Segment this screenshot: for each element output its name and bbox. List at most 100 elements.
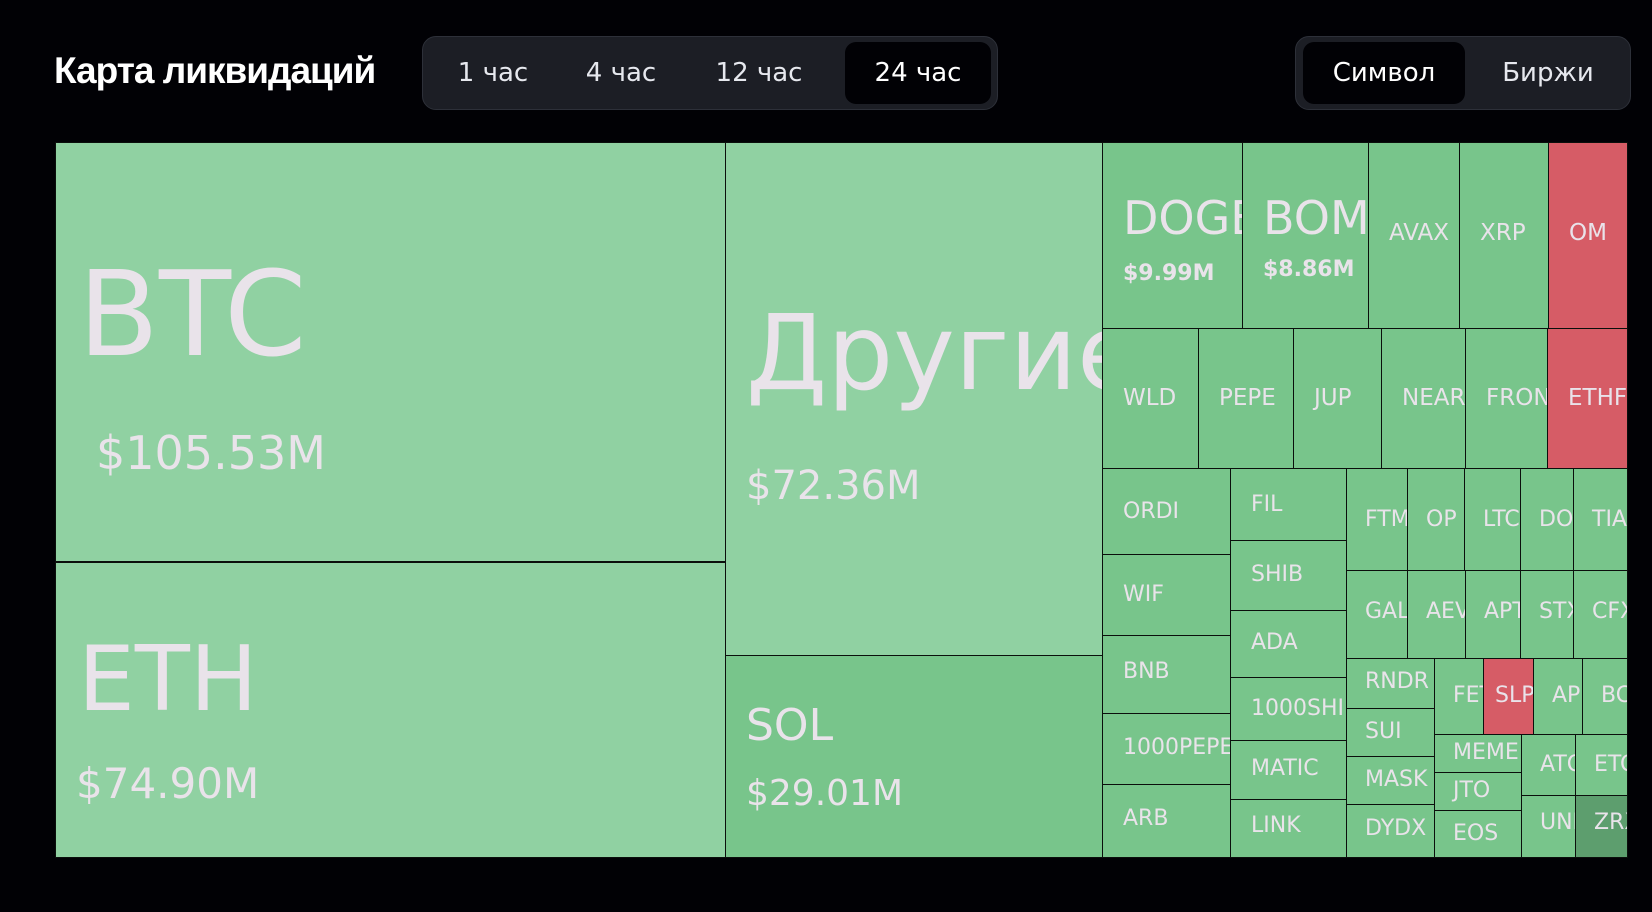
treemap-tile-link[interactable]: LINK bbox=[1230, 799, 1347, 858]
treemap-tile-etc[interactable]: ETC bbox=[1575, 734, 1628, 796]
treemap-tile-atom[interactable]: ATOM bbox=[1521, 734, 1576, 796]
timeframe-1h-button[interactable]: 1 час bbox=[433, 42, 553, 104]
treemap-tile-tia[interactable]: TIA bbox=[1573, 468, 1628, 571]
tile-symbol: NEAR bbox=[1402, 385, 1466, 411]
treemap-tile-xrp[interactable]: XRP bbox=[1459, 142, 1549, 329]
treemap-tile-1000shib[interactable]: 1000SHIB bbox=[1230, 677, 1347, 741]
tile-symbol: ETHFI bbox=[1568, 385, 1628, 411]
tile-symbol: ARB bbox=[1123, 806, 1169, 831]
timeframe-selector: 1 час 4 час 12 час 24 час bbox=[422, 36, 998, 110]
tile-symbol: ATOM bbox=[1540, 752, 1575, 777]
treemap-tile-dot[interactable]: DOT bbox=[1520, 468, 1574, 571]
treemap-tile-uni[interactable]: UNI bbox=[1521, 795, 1576, 858]
tile-symbol: TIA bbox=[1592, 507, 1627, 532]
tile-symbol: LINK bbox=[1251, 813, 1301, 838]
treemap-tile-ordi[interactable]: ORDI bbox=[1102, 468, 1231, 555]
treemap-tile-arb[interactable]: ARB bbox=[1102, 784, 1231, 858]
tile-symbol: ETC bbox=[1594, 752, 1627, 777]
grouping-symbol-button[interactable]: Символ bbox=[1303, 42, 1465, 104]
tile-symbol: MATIC bbox=[1251, 756, 1319, 781]
treemap-tile-mask[interactable]: MASK bbox=[1346, 756, 1435, 805]
treemap-tile-pepe[interactable]: PEPE bbox=[1198, 328, 1294, 469]
tile-symbol: MEME bbox=[1453, 740, 1519, 765]
treemap-tile-wld[interactable]: WLD bbox=[1102, 328, 1199, 469]
treemap-tile-jup[interactable]: JUP bbox=[1293, 328, 1382, 469]
treemap-tile-om[interactable]: OM bbox=[1548, 142, 1628, 329]
treemap-tile-ltc[interactable]: LTC bbox=[1464, 468, 1521, 571]
tile-symbol: 1000PEPE bbox=[1123, 735, 1231, 760]
treemap-tile-cfx[interactable]: CFX bbox=[1573, 570, 1628, 659]
treemap-tile-sol[interactable]: SOL $29.01M bbox=[725, 655, 1103, 858]
treemap-tile-wif[interactable]: WIF bbox=[1102, 554, 1231, 636]
treemap-tile-avax[interactable]: AVAX bbox=[1368, 142, 1460, 329]
treemap-tile-aevo[interactable]: AEVO bbox=[1407, 570, 1466, 659]
tile-symbol: LTC bbox=[1483, 507, 1520, 532]
tile-symbol: XRP bbox=[1480, 220, 1526, 246]
tile-symbol: AEVO bbox=[1426, 599, 1465, 624]
treemap-tile-ftm[interactable]: FTM bbox=[1346, 468, 1408, 571]
tile-value: $72.36M bbox=[746, 463, 921, 509]
tile-symbol: CFX bbox=[1592, 599, 1627, 624]
treemap-tile-near[interactable]: NEAR bbox=[1381, 328, 1466, 469]
tile-symbol: RNDR bbox=[1365, 669, 1429, 694]
timeframe-12h-button[interactable]: 12 час bbox=[689, 42, 829, 104]
treemap-tile-btc[interactable]: BTC $105.53M bbox=[55, 142, 726, 562]
treemap-tile-stx[interactable]: STX bbox=[1520, 570, 1574, 659]
treemap-tile-shib[interactable]: SHIB bbox=[1230, 540, 1347, 611]
treemap-tile-op[interactable]: OP bbox=[1407, 468, 1465, 571]
tile-symbol: FRONT bbox=[1486, 385, 1547, 411]
tile-symbol: STX bbox=[1539, 599, 1573, 624]
treemap-tile-rndr[interactable]: RNDR bbox=[1346, 658, 1435, 709]
tile-symbol: OM bbox=[1569, 220, 1607, 246]
tile-symbol: BNB bbox=[1123, 659, 1170, 684]
treemap-tile-eos[interactable]: EOS bbox=[1434, 810, 1522, 858]
tile-value: $9.99M bbox=[1123, 261, 1215, 286]
treemap-tile-jto[interactable]: JTO bbox=[1434, 772, 1522, 811]
treemap-tile-fil[interactable]: FIL bbox=[1230, 468, 1347, 541]
treemap-tile-sui[interactable]: SUI bbox=[1346, 708, 1435, 757]
tile-symbol: BTC bbox=[78, 245, 307, 383]
treemap-tile-front[interactable]: FRONT bbox=[1465, 328, 1548, 469]
treemap-tile-ape[interactable]: APE bbox=[1533, 658, 1583, 735]
tile-symbol: 1000SHIB bbox=[1251, 696, 1346, 721]
tile-symbol: SOL bbox=[746, 700, 834, 751]
grouping-selector: Символ Биржи bbox=[1295, 36, 1631, 110]
treemap-tile-apt[interactable]: APT bbox=[1465, 570, 1521, 659]
treemap-tile-zrx[interactable]: ZRX bbox=[1575, 795, 1628, 858]
tile-symbol: ORDI bbox=[1123, 499, 1180, 524]
treemap-tile-bome[interactable]: BOME $8.86M bbox=[1242, 142, 1369, 329]
grouping-exchanges-button[interactable]: Биржи bbox=[1472, 42, 1624, 104]
treemap-tile-slp[interactable]: SLP bbox=[1483, 658, 1534, 735]
treemap-tile-doge[interactable]: DOGE $9.99M bbox=[1102, 142, 1243, 329]
treemap-tile-1000pepe[interactable]: 1000PEPE bbox=[1102, 713, 1231, 785]
tile-symbol: OP bbox=[1426, 507, 1457, 532]
tile-symbol: APE bbox=[1552, 683, 1582, 708]
treemap-tile-bnb[interactable]: BNB bbox=[1102, 635, 1231, 714]
timeframe-4h-button[interactable]: 4 час bbox=[561, 42, 681, 104]
tile-symbol: EOS bbox=[1453, 821, 1499, 846]
treemap-tile-eth[interactable]: ETH $74.90M bbox=[55, 562, 726, 858]
tile-symbol: FET bbox=[1453, 683, 1483, 708]
tile-symbol: FIL bbox=[1251, 492, 1283, 517]
tile-symbol: GALA bbox=[1365, 599, 1407, 624]
treemap-tile-dydx[interactable]: DYDX bbox=[1346, 804, 1435, 858]
treemap-tile-ethfi[interactable]: ETHFI bbox=[1547, 328, 1628, 469]
tile-symbol: MASK bbox=[1365, 767, 1428, 792]
tile-symbol: DYDX bbox=[1365, 816, 1427, 841]
tile-symbol: FTM bbox=[1365, 507, 1408, 532]
treemap-tile-other[interactable]: Другие $72.36M bbox=[725, 142, 1103, 656]
treemap-tile-bch[interactable]: BCH bbox=[1582, 658, 1628, 735]
timeframe-24h-button[interactable]: 24 час bbox=[845, 42, 991, 104]
tile-symbol: ADA bbox=[1251, 630, 1298, 655]
tile-symbol: BOME bbox=[1263, 191, 1369, 245]
tile-value: $8.86M bbox=[1263, 257, 1355, 282]
treemap-tile-gala[interactable]: GALA bbox=[1346, 570, 1408, 659]
tile-symbol: DOT bbox=[1539, 507, 1574, 532]
treemap-tile-ada[interactable]: ADA bbox=[1230, 610, 1347, 678]
tile-symbol: APT bbox=[1484, 599, 1520, 624]
treemap-tile-matic[interactable]: MATIC bbox=[1230, 740, 1347, 800]
treemap-tile-meme[interactable]: MEME bbox=[1434, 734, 1522, 773]
tile-symbol: JTO bbox=[1453, 778, 1491, 803]
treemap-tile-fet[interactable]: FET bbox=[1434, 658, 1484, 735]
tile-symbol: JUP bbox=[1314, 385, 1352, 411]
